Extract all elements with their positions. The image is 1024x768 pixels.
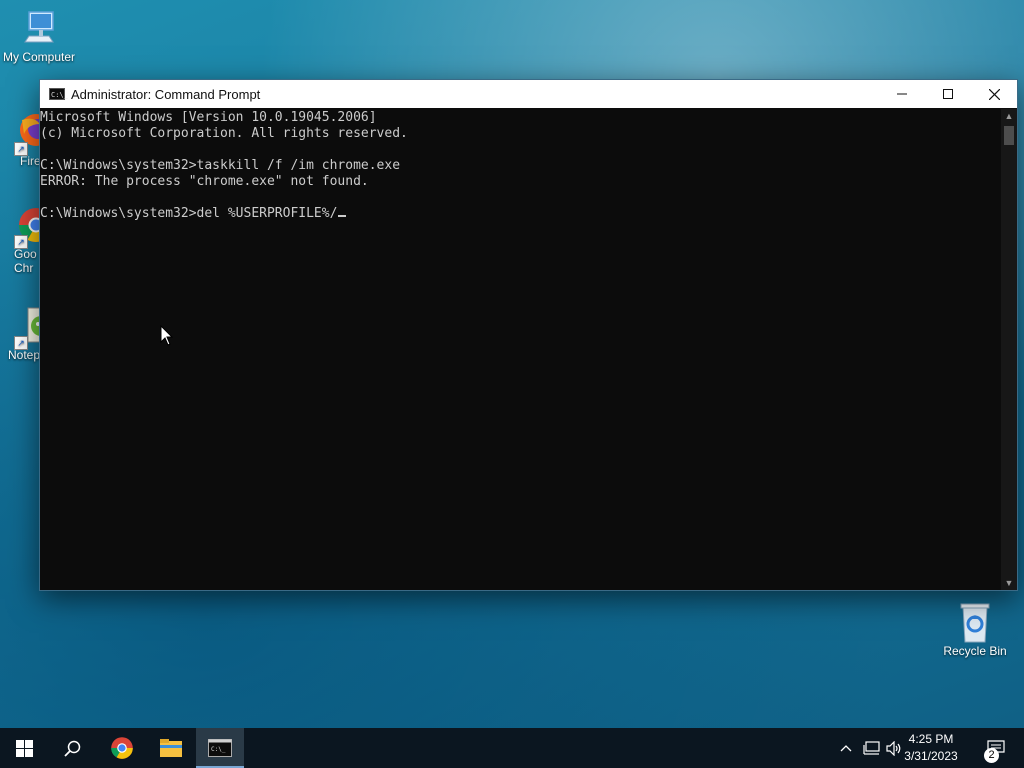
- console-line: (c) Microsoft Corporation. All rights re…: [40, 126, 408, 141]
- scroll-down-icon[interactable]: ▼: [1001, 576, 1017, 590]
- console-prompt-text: C:\Windows\system32>del %USERPROFILE%/: [40, 206, 338, 221]
- clock[interactable]: 4:25 PM 3/31/2023: [896, 731, 966, 765]
- desktop-icon-my-computer[interactable]: My Computer: [1, 8, 77, 64]
- desktop-icon-label: My Computer: [2, 50, 76, 64]
- taskbar-file-explorer[interactable]: [147, 728, 195, 768]
- cmd-icon: C:\_: [208, 739, 232, 757]
- cmd-icon: C:\_: [49, 88, 68, 100]
- console-line: Microsoft Windows [Version 10.0.19045.20…: [40, 110, 377, 125]
- chrome-icon: [111, 737, 133, 759]
- title-bar[interactable]: C:\_ Administrator: Command Prompt: [40, 80, 1017, 108]
- close-icon: [988, 88, 1000, 100]
- clock-time: 4:25 PM: [908, 732, 954, 746]
- minimize-button[interactable]: [879, 80, 925, 108]
- notification-count-badge: 2: [984, 748, 999, 763]
- shortcut-arrow-icon: ↗: [14, 142, 28, 156]
- show-hidden-icons-button[interactable]: [836, 728, 856, 768]
- network-button[interactable]: [860, 728, 882, 768]
- network-icon: [862, 740, 880, 755]
- minimize-icon: [897, 93, 907, 95]
- desktop-icon-recycle-bin[interactable]: Recycle Bin: [937, 602, 1013, 658]
- mouse-pointer-icon: [160, 325, 174, 346]
- start-button[interactable]: [0, 728, 48, 768]
- console-output[interactable]: Microsoft Windows [Version 10.0.19045.20…: [40, 109, 1001, 590]
- console-input-line[interactable]: C:\Windows\system32>del %USERPROFILE%/: [40, 206, 1001, 222]
- text-cursor: [338, 215, 347, 217]
- taskbar-command-prompt[interactable]: C:\_: [196, 728, 244, 768]
- maximize-icon: [943, 89, 953, 99]
- action-center-button[interactable]: 2: [976, 728, 1016, 768]
- taskbar: C:\_ 4:25 PM 3/31/2023 2: [0, 728, 1024, 768]
- chevron-up-icon: [840, 745, 852, 752]
- desktop-icon-firefox[interactable]: ↗ Fire: [0, 112, 52, 168]
- search-button[interactable]: [48, 728, 96, 768]
- command-prompt-window[interactable]: C:\_ Administrator: Command Prompt Micro…: [39, 79, 1018, 591]
- shortcut-arrow-icon: ↗: [14, 235, 28, 249]
- desktop-icon-label: Recycle Bin: [943, 644, 1007, 658]
- search-icon: [63, 740, 80, 757]
- close-button[interactable]: [971, 80, 1017, 108]
- shortcut-arrow-icon: ↗: [14, 336, 28, 350]
- computer-icon: [19, 8, 59, 48]
- window-title: Administrator: Command Prompt: [71, 86, 261, 102]
- scrollbar-thumb[interactable]: [1004, 126, 1014, 145]
- vertical-scrollbar[interactable]: ▲ ▼: [1001, 109, 1017, 590]
- recycle-bin-icon: [955, 602, 995, 643]
- scroll-up-icon[interactable]: ▲: [1001, 109, 1017, 123]
- console-line: C:\Windows\system32>taskkill /f /im chro…: [40, 158, 401, 173]
- console-line: ERROR: The process "chrome.exe" not foun…: [40, 174, 369, 189]
- clock-date: 3/31/2023: [904, 749, 958, 763]
- svg-text:C:\_: C:\_: [211, 746, 226, 753]
- desktop-icon-notepad[interactable]: ↗ Notep: [0, 306, 55, 362]
- taskbar-chrome[interactable]: [98, 728, 146, 768]
- file-explorer-icon: [160, 739, 182, 757]
- start-icon: [15, 739, 33, 757]
- maximize-button[interactable]: [925, 80, 971, 108]
- desktop-icon-google-chrome[interactable]: ↗ Goo Chr: [0, 205, 53, 275]
